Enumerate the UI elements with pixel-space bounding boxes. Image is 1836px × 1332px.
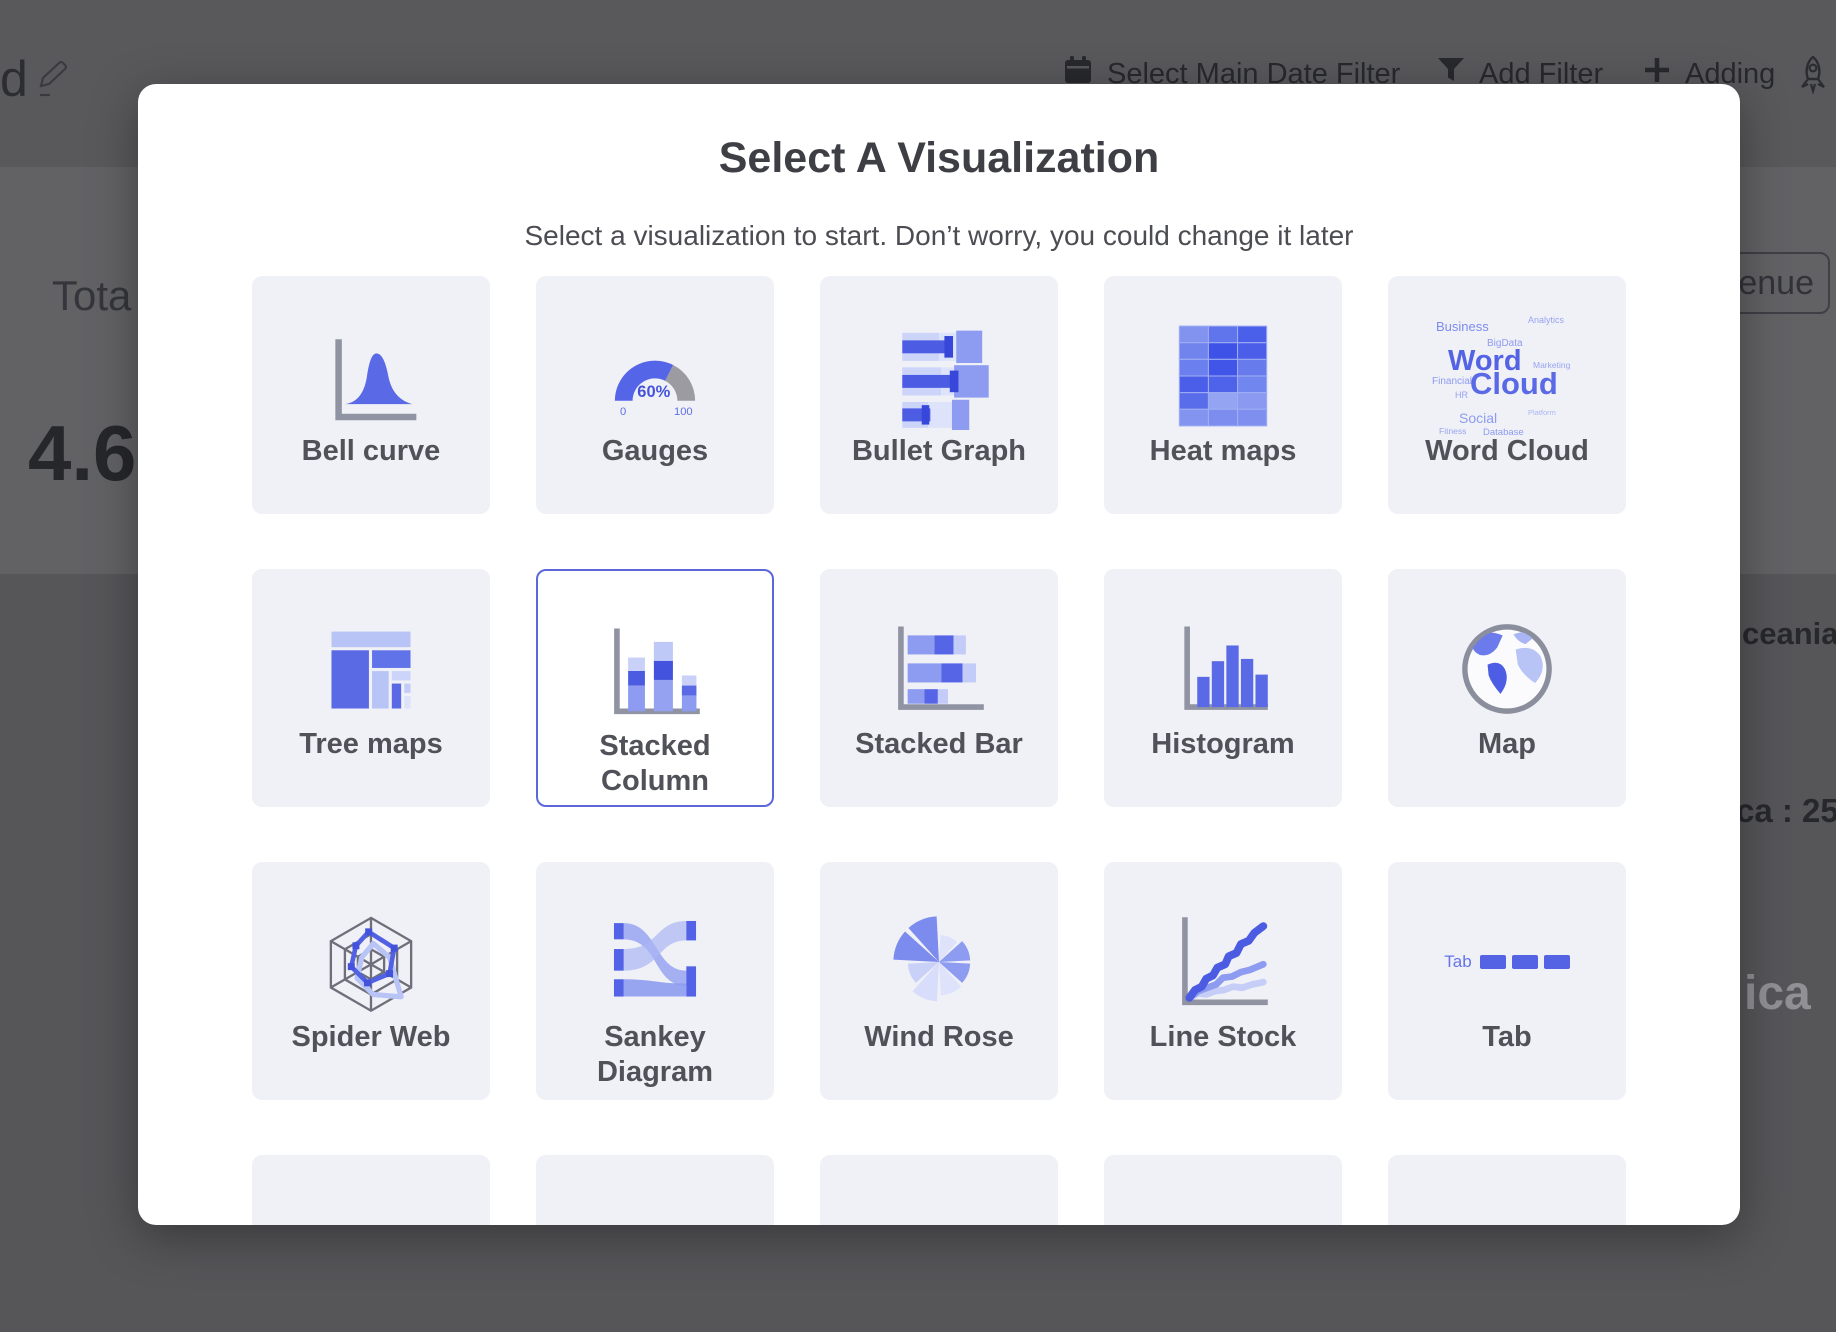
card-heat-maps[interactable]: Heat maps xyxy=(1104,276,1342,514)
spider-web-icon xyxy=(252,898,490,1026)
modal-subtitle: Select a visualization to start. Don’t w… xyxy=(138,220,1740,252)
rocket-icon[interactable] xyxy=(1794,52,1832,96)
tab-icon-rect xyxy=(1480,955,1506,969)
card-partial[interactable] xyxy=(1388,1155,1626,1225)
word-cloud-word: Financial xyxy=(1432,376,1472,387)
card-wind-rose[interactable]: Wind Rose xyxy=(820,862,1058,1100)
word-cloud-icon: Business Analytics BigData Word Marketin… xyxy=(1388,312,1626,440)
wind-rose-icon xyxy=(820,898,1058,1026)
tree-map-icon xyxy=(252,605,490,733)
card-label: Histogram xyxy=(1104,727,1342,762)
card-label: Bell curve xyxy=(252,434,490,469)
card-label: Word Cloud xyxy=(1388,434,1626,469)
heat-map-icon xyxy=(1104,312,1342,440)
card-label: Gauges xyxy=(536,434,774,469)
card-partial[interactable] xyxy=(252,1155,490,1225)
line-stock-icon xyxy=(1104,898,1342,1026)
metric-value-fragment: 4.6 xyxy=(28,408,136,499)
card-label: Stacked Column xyxy=(538,729,772,799)
globe-icon xyxy=(1388,605,1626,733)
card-spider-web[interactable]: Spider Web xyxy=(252,862,490,1100)
svg-text:60%: 60% xyxy=(637,383,670,401)
chart-label-africa: ca : 25.95 xyxy=(1736,792,1836,830)
bell-curve-icon xyxy=(252,312,490,440)
gauge-icon: 60% 0 100 xyxy=(536,312,774,440)
stacked-bar-icon xyxy=(820,605,1058,733)
edit-pencil-icon[interactable] xyxy=(34,60,70,105)
tab-icon-rect xyxy=(1512,955,1538,969)
card-partial[interactable] xyxy=(1104,1155,1342,1225)
word-cloud-word: Platform xyxy=(1528,408,1556,417)
word-cloud-word: Social xyxy=(1459,410,1497,426)
modal-title: Select A Visualization xyxy=(138,134,1740,183)
card-label: Stacked Bar xyxy=(820,727,1058,762)
tab-icon: Tab xyxy=(1388,898,1626,1026)
card-label: Map xyxy=(1388,727,1626,762)
bullet-graph-icon xyxy=(820,312,1058,440)
chart-label-ica: ica xyxy=(1744,966,1811,1021)
card-label: Sankey Diagram xyxy=(536,1020,774,1090)
svg-text:0: 0 xyxy=(620,406,626,418)
sankey-icon xyxy=(536,898,774,1026)
dashboard-title-fragment: d xyxy=(0,50,28,108)
card-label: Line Stock xyxy=(1104,1020,1342,1055)
card-label: Wind Rose xyxy=(820,1020,1058,1055)
word-cloud-word: Cloud xyxy=(1470,366,1558,402)
visualization-cards-grid: Bell curve 60% 0 100 Gauges xyxy=(252,276,1626,1225)
visualization-picker-modal: Select A Visualization Select a visualiz… xyxy=(138,84,1740,1225)
card-bullet-graph[interactable]: Bullet Graph xyxy=(820,276,1058,514)
card-histogram[interactable]: Histogram xyxy=(1104,569,1342,807)
card-stacked-bar[interactable]: Stacked Bar xyxy=(820,569,1058,807)
card-bell-curve[interactable]: Bell curve xyxy=(252,276,490,514)
card-label: Spider Web xyxy=(252,1020,490,1055)
chart-label-oceania: ceania : 8 xyxy=(1742,616,1836,652)
card-map[interactable]: Map xyxy=(1388,569,1626,807)
card-gauges[interactable]: 60% 0 100 Gauges xyxy=(536,276,774,514)
tab-icon-label: Tab xyxy=(1444,952,1471,972)
total-label-fragment: Tota xyxy=(52,272,131,320)
card-label: Tab xyxy=(1388,1020,1626,1055)
word-cloud-word: HR xyxy=(1455,390,1468,400)
card-sankey-diagram[interactable]: Sankey Diagram xyxy=(536,862,774,1100)
word-cloud-word: Analytics xyxy=(1528,315,1564,325)
card-partial[interactable] xyxy=(536,1155,774,1225)
card-stacked-column[interactable]: Stacked Column xyxy=(536,569,774,807)
tab-icon-rect xyxy=(1544,955,1570,969)
card-label: Heat maps xyxy=(1104,434,1342,469)
stacked-column-icon xyxy=(538,607,772,735)
svg-text:100: 100 xyxy=(674,406,693,418)
histogram-icon xyxy=(1104,605,1342,733)
word-cloud-word: Business xyxy=(1436,319,1489,334)
card-tree-maps[interactable]: Tree maps xyxy=(252,569,490,807)
card-label: Tree maps xyxy=(252,727,490,762)
card-word-cloud[interactable]: Business Analytics BigData Word Marketin… xyxy=(1388,276,1626,514)
card-tab[interactable]: Tab Tab xyxy=(1388,862,1626,1100)
card-line-stock[interactable]: Line Stock xyxy=(1104,862,1342,1100)
card-partial[interactable] xyxy=(820,1155,1058,1225)
card-label: Bullet Graph xyxy=(820,434,1058,469)
